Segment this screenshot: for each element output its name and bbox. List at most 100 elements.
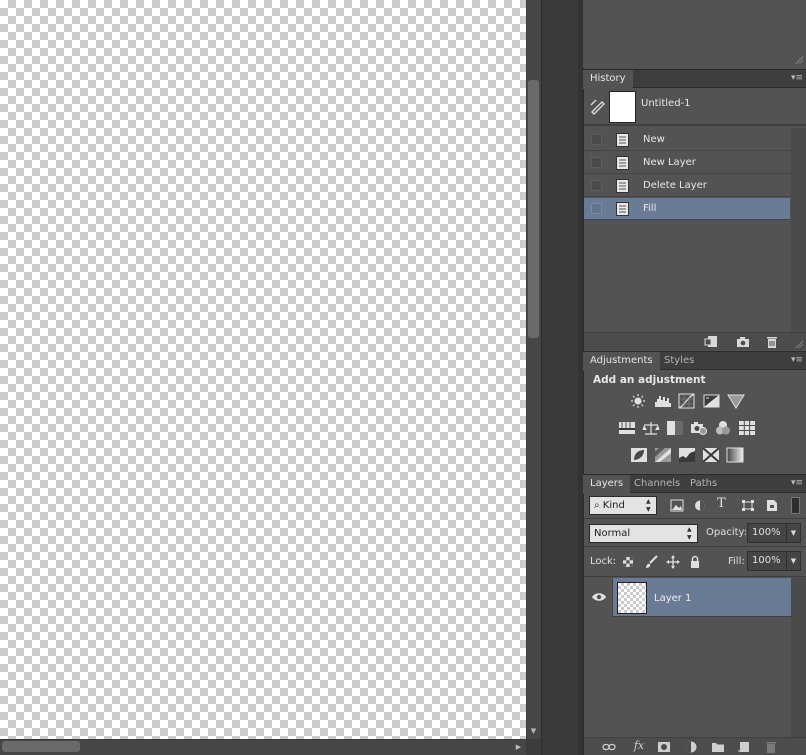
lock-transparent-pixels-icon[interactable] [622,556,634,568]
vertical-scroll-thumb[interactable] [528,80,539,338]
layer-name[interactable]: Layer 1 [654,593,691,604]
levels-icon[interactable] [654,393,672,409]
layer-thumbnail [617,582,647,614]
adjustment-layer-icon[interactable] [684,740,698,754]
shape-layer-filter-icon[interactable] [741,499,755,512]
divider [584,576,806,577]
filter-kind-label: Kind [602,500,625,511]
resize-grip-icon[interactable] [795,340,803,348]
horizontal-scroll-thumb[interactable] [2,741,80,752]
layer-filter-kind-select[interactable]: ⌕ Kind ▲ ▼ [589,496,657,515]
history-state-delete-layer[interactable]: Delete Layer [584,175,790,197]
scrollbar-corner [526,739,541,755]
type-layer-filter-icon[interactable]: T [717,496,731,514]
pixel-layer-filter-icon[interactable] [670,499,684,512]
history-state-new[interactable]: New [584,129,790,151]
opacity-dropdown-arrow-icon[interactable]: ▼ [786,524,800,542]
history-state-label: New [643,134,665,145]
fill-dropdown-arrow-icon[interactable]: ▼ [786,552,800,570]
brightness-contrast-icon[interactable] [629,393,647,409]
hue-saturation-icon[interactable] [618,420,636,436]
history-brush-icon[interactable] [590,99,606,115]
document-icon [616,156,629,170]
resize-grip-icon[interactable] [795,56,803,64]
fx-icon[interactable]: fx [630,739,648,753]
new-document-from-state-icon[interactable] [704,335,718,349]
posterize-icon[interactable] [654,447,672,463]
smart-object-filter-icon[interactable] [765,499,779,512]
group-folder-icon[interactable] [711,740,725,754]
panel-dock-gutter [541,0,583,755]
tab-paths[interactable]: Paths [683,475,724,493]
link-icon[interactable] [602,740,616,754]
blend-mode-value: Normal [594,528,631,539]
curves-icon[interactable] [678,393,696,409]
layers-footer: fx [584,737,806,755]
history-state-label: Delete Layer [643,180,707,191]
document-icon [616,133,629,147]
history-scrollbar[interactable] [791,128,806,334]
adjustment-layer-filter-icon[interactable] [693,499,707,512]
threshold-icon[interactable] [678,447,696,463]
lock-image-pixels-brush-icon[interactable] [644,555,658,569]
panel-menu-icon[interactable]: ▾≡ [791,478,803,488]
filter-toggle-switch[interactable] [791,497,800,514]
tab-history[interactable]: History [583,70,633,89]
tab-channels[interactable]: Channels [627,475,687,493]
adjustments-heading: Add an adjustment [593,374,706,386]
layers-tabbar: Layers Channels Paths ▾≡ [583,474,806,494]
snapshot-label: Untitled-1 [641,98,691,109]
blend-mode-select[interactable]: Normal ▲ ▼ [589,524,698,543]
history-source-checkbox[interactable] [591,134,602,145]
adjustments-tabbar: Adjustments Styles ▾≡ [583,351,806,371]
black-white-icon[interactable] [666,420,684,436]
mask-icon[interactable] [657,740,671,754]
history-source-checkbox[interactable] [591,157,602,168]
color-lookup-icon[interactable] [738,420,756,436]
layers-scrollbar[interactable] [791,578,806,738]
tab-adjustments[interactable]: Adjustments [583,352,660,371]
color-balance-icon[interactable] [642,420,660,436]
panel-menu-icon[interactable]: ▾≡ [791,73,803,83]
opacity-value: 100% [752,527,781,538]
selective-color-icon[interactable] [702,447,720,463]
eye-icon[interactable] [591,590,607,604]
history-state-label: New Layer [643,157,696,168]
divider [584,518,806,519]
scroll-down-arrow-icon[interactable]: ▼ [529,727,538,736]
history-state-fill[interactable]: Fill [584,198,790,220]
exposure-icon[interactable] [703,393,721,409]
search-icon: ⌕ [594,500,600,511]
fill-field[interactable]: 100% ▼ [747,551,801,571]
divider [584,546,806,547]
vibrance-icon[interactable] [727,393,745,409]
document-canvas[interactable] [0,0,526,739]
photo-filter-icon[interactable] [690,420,708,436]
lock-all-padlock-icon[interactable] [689,555,701,569]
lock-label: Lock: [590,556,617,567]
collapsed-panel-area [583,0,806,68]
history-state-new-layer[interactable]: New Layer [584,152,790,174]
lock-position-move-icon[interactable] [666,555,680,569]
document-icon [616,202,629,216]
opacity-field[interactable]: 100% ▼ [747,523,801,543]
history-source-checkbox[interactable] [591,203,602,214]
invert-icon[interactable] [630,447,648,463]
tab-layers[interactable]: Layers [583,475,631,494]
fill-label: Fill: [728,556,745,567]
fill-value: 100% [752,555,781,566]
snapshot-thumbnail [609,91,636,123]
gradient-map-icon[interactable] [726,447,744,463]
trash-icon[interactable] [765,335,779,349]
history-tabbar: History ▾≡ [583,69,806,89]
spinner-arrows-icon: ▲ ▼ [687,526,692,541]
panel-menu-icon[interactable]: ▾≡ [791,355,803,365]
spinner-arrows-icon: ▲ ▼ [646,498,651,513]
tab-styles[interactable]: Styles [657,352,701,370]
trash-icon[interactable] [764,740,778,754]
channel-mixer-icon[interactable] [714,420,732,436]
scroll-right-arrow-icon[interactable]: ▶ [514,742,523,752]
new-layer-icon[interactable] [737,740,751,754]
camera-icon[interactable] [736,335,750,349]
history-source-checkbox[interactable] [591,180,602,191]
